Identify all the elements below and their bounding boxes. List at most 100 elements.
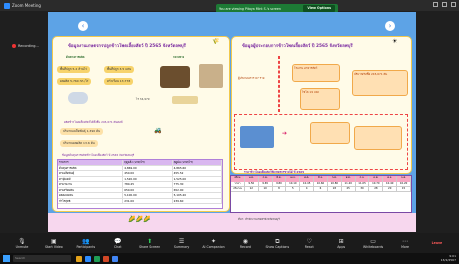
price-cell: 9.65 <box>259 182 273 186</box>
table-header-cell: รายการ <box>58 160 124 165</box>
summary-icon: ☰ <box>178 237 185 245</box>
price-cell: 10.80 <box>328 182 342 186</box>
captions-button[interactable]: ⧉ Show Captions <box>261 233 293 253</box>
minimize-button[interactable] <box>433 2 438 7</box>
price-cell: 10.10 <box>286 182 301 186</box>
price-cell: 10.45 <box>300 182 315 186</box>
chat-icon: 💬 <box>113 237 122 245</box>
footer-note: ที่มา: สำนักงานเกษตรจังหวัดลพบุรี <box>238 217 280 221</box>
table-cell: 5,105.20 <box>173 193 223 198</box>
zoom-logo-icon <box>4 2 10 9</box>
zoom-app-icon[interactable] <box>84 255 91 262</box>
price-table-row: ปริมาณ 12 10 8 5 4 6 18 25 30 28 20 15 <box>231 187 411 192</box>
price-cell: 25 <box>342 187 356 191</box>
table-cell: 4,869.00 <box>123 165 173 170</box>
share-screen-button[interactable]: ⬆ Share Screen <box>134 233 166 253</box>
price-cell: 18 <box>328 187 342 191</box>
prev-slide-icon[interactable]: ‹ <box>78 21 88 31</box>
table-cell: ต้นทุนการผลิต <box>58 165 124 170</box>
price-cell: 10.70 <box>369 182 384 186</box>
taskbar-search[interactable]: Search <box>13 255 71 262</box>
more-button[interactable]: ⋯ More <box>389 233 421 253</box>
tool-label: More <box>401 244 409 249</box>
ai-icon: ✦ <box>210 237 216 245</box>
divider-line <box>278 56 280 112</box>
right-box-a: โรงงาน อาหารสัตว์ <box>292 64 340 82</box>
silo-image <box>240 126 274 148</box>
table-cell: 5,100.00 <box>123 193 173 198</box>
right-box-c: ปริมาณรับซื้อ 245,671 ตัน <box>352 70 408 96</box>
chat-button[interactable]: 💬 Chat <box>102 233 134 253</box>
price-cell: 15 <box>397 187 411 191</box>
recording-indicator[interactable]: Recording... <box>12 44 39 48</box>
maximize-button[interactable] <box>442 2 447 7</box>
price-cell: 11.20 <box>342 182 356 186</box>
info-box-seed: ปริมาณเมล็ดพันธุ์ 1,390 ตัน <box>60 128 104 135</box>
right-box-b: ไซโล 19 แห่ง <box>300 88 340 110</box>
tool-label: Participants <box>76 244 96 249</box>
product-image <box>172 96 198 104</box>
right-box-e <box>354 126 402 150</box>
ai-companion-button[interactable]: ✦ AI Companion <box>198 233 230 253</box>
price-cell: 9.80 <box>273 182 287 186</box>
price-table: เดือน ม.ค. ก.พ. มี.ค. เม.ย. พ.ค. มิ.ย. ก… <box>230 175 412 213</box>
table-cell: 775.30 <box>173 182 223 187</box>
summary-button[interactable]: ☰ Summary <box>166 233 198 253</box>
apps-button[interactable]: ⊞ Apps <box>325 233 357 253</box>
view-options-button[interactable]: View Options <box>303 5 335 12</box>
file-explorer-icon[interactable] <box>75 255 82 262</box>
record-dot-icon <box>12 44 16 48</box>
upstream-label: ต้นทางการผลิต <box>66 55 85 59</box>
whiteboard-icon: ▭ <box>370 237 376 245</box>
tool-label: Summary <box>173 244 190 249</box>
next-slide-icon[interactable]: › <box>385 21 395 31</box>
browser-icon[interactable] <box>111 255 118 262</box>
tool-label: React <box>304 244 314 249</box>
system-clock[interactable]: 9:01 13/2/2567 <box>441 254 456 262</box>
record-button[interactable]: ◉ Record <box>229 233 261 253</box>
participants-button[interactable]: 👥 Participants <box>70 233 102 253</box>
start-icon[interactable] <box>3 255 10 262</box>
whiteboards-button[interactable]: ▭ Whiteboards <box>357 233 389 253</box>
window-title: Zoom Meeting <box>12 3 41 8</box>
price-cell: ปริมาณ <box>231 187 245 191</box>
tool-label: Whiteboards <box>363 244 384 249</box>
stat-pill-household: ครัวเรือน 13,778 <box>104 78 134 85</box>
unmute-button[interactable]: 🎙 Unmute <box>6 233 38 253</box>
table-cell: 231.00 <box>123 198 173 203</box>
corn-decor-icon: 🌽🌽🌽 <box>128 216 151 223</box>
people-icon: 👥 <box>82 237 90 245</box>
leave-button[interactable]: Leave <box>421 233 453 253</box>
share-icon: ⬆ <box>147 237 153 245</box>
record-icon: ◉ <box>242 237 249 245</box>
table-cell: 455.52 <box>173 171 223 176</box>
close-button[interactable] <box>451 2 456 7</box>
table-cell: 450.00 <box>123 171 173 176</box>
factory-image <box>160 66 190 88</box>
mic-off-icon: 🎙 <box>18 237 26 245</box>
price-cell: 10 <box>259 187 273 191</box>
table-caption: ข้อมูลต้นทุนการผลิตข้าวโพดเลี้ยงสัตว์ ปี… <box>62 153 135 157</box>
price-cell: 28 <box>369 187 384 191</box>
stat-pill-area2: พื้นที่ปลูก 3.5 แสน <box>104 66 135 73</box>
excel-icon[interactable] <box>93 255 100 262</box>
rain-cloud-icon <box>68 92 88 104</box>
farmer-icon: 🌾 <box>212 38 220 45</box>
right-panel-title: ข้อมูลผู้ประกอบการข้าวโพดเลี้ยงสัตว์ ปี … <box>242 44 353 49</box>
cost-table: รายการ ฤดูแล้ง (บาท/ไร่) ฤดูฝน (บาท/ไร่)… <box>57 159 223 209</box>
powerpoint-icon[interactable] <box>102 255 109 262</box>
price-cell: 12 <box>245 187 259 191</box>
reactions-button[interactable]: ♡ React <box>293 233 325 253</box>
more-icon: ⋯ <box>402 237 409 245</box>
meeting-toolbar: 🎙 Unmute ▣ Start Video 👥 Participants 💬 Chat… <box>0 233 459 253</box>
table-cell: 1,525.00 <box>173 176 223 181</box>
clock-date: 13/2/2567 <box>440 258 456 262</box>
tool-label: Show Captions <box>265 244 290 249</box>
shared-slide: ‹ › ข้อมูลงานเกษตรกรปลูกข้าวโพดเลี้ยงสัต… <box>48 12 416 232</box>
bottom-decor-strip: ที่มา: สำนักงานเกษตรจังหวัดลพบุรี 🌽🌽🌽 <box>48 213 416 232</box>
table-cell: ค่าแรงงาน <box>58 182 124 187</box>
table-cell: 4,865.60 <box>173 165 223 170</box>
price-cell: 10.40 <box>383 182 398 186</box>
os-taskbar: Search 9:01 13/2/2567 <box>0 253 459 264</box>
start-video-button[interactable]: ▣ Start Video <box>38 233 70 253</box>
